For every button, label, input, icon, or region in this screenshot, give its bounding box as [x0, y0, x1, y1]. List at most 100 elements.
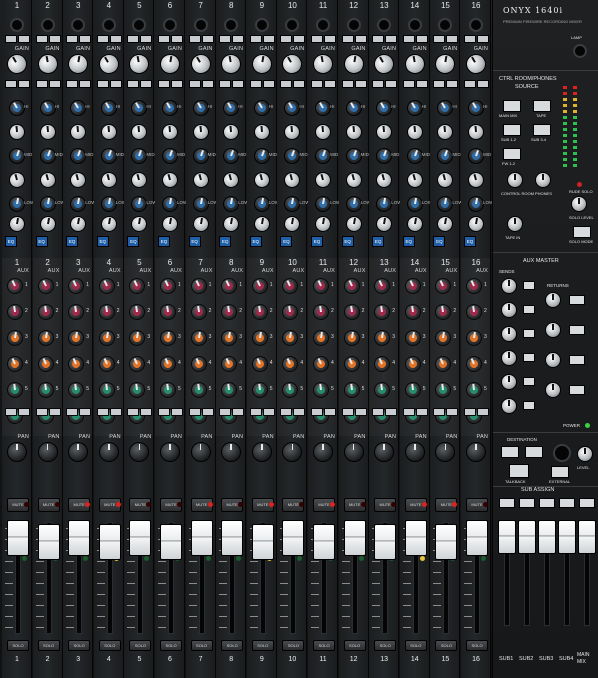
eq-button[interactable]: EQ: [464, 236, 476, 247]
aux-send-knob-1[interactable]: [4, 275, 26, 297]
pre-button[interactable]: [96, 408, 109, 416]
external-button[interactable]: [551, 466, 569, 478]
aux-solo-button[interactable]: [523, 401, 535, 410]
pre-button[interactable]: [415, 408, 428, 416]
aux-send-knob-3[interactable]: [189, 328, 208, 348]
channel-fader[interactable]: [343, 520, 366, 556]
eq-knob[interactable]: [130, 123, 149, 141]
aux-send-knob-1[interactable]: [218, 275, 240, 297]
aux-send-knob-1[interactable]: [96, 275, 118, 297]
hpf-button[interactable]: [249, 80, 262, 88]
eq-knob[interactable]: [404, 170, 425, 190]
phase-button[interactable]: [35, 35, 48, 43]
channel-fader[interactable]: [282, 520, 305, 556]
aux-send-master-knob[interactable]: [501, 350, 517, 366]
pre-button[interactable]: [140, 408, 153, 416]
channel-fader[interactable]: [37, 524, 60, 560]
low-cut-knob[interactable]: [374, 214, 394, 234]
eq-knob[interactable]: [374, 170, 394, 190]
aux-send-knob-2[interactable]: [36, 302, 55, 322]
aux-send-knob-1[interactable]: [463, 275, 485, 297]
phase-button[interactable]: [219, 35, 232, 43]
hpf-button[interactable]: [127, 80, 140, 88]
pre-button[interactable]: [171, 408, 183, 416]
channel-fader[interactable]: [466, 520, 488, 556]
eq-button[interactable]: EQ: [280, 236, 293, 247]
aux-send-knob-3[interactable]: [434, 328, 453, 348]
phones-knob[interactable]: [535, 172, 551, 188]
aux-send-knob-2[interactable]: [342, 302, 361, 322]
channel-fader[interactable]: [374, 524, 397, 560]
pan-knob[interactable]: [251, 442, 272, 462]
insert-button[interactable]: [477, 80, 489, 88]
eq-button[interactable]: EQ: [127, 236, 140, 247]
aux-send-knob-5[interactable]: [6, 381, 24, 399]
aux-send-knob-5[interactable]: [281, 381, 300, 399]
phantom-button[interactable]: [293, 35, 306, 43]
phantom-button[interactable]: [232, 35, 245, 43]
aux-send-knob-1[interactable]: [371, 275, 393, 297]
sub-assign-button[interactable]: [539, 498, 555, 508]
aux-send-knob-5[interactable]: [220, 381, 239, 399]
phase-button[interactable]: [402, 35, 415, 43]
eq-knob[interactable]: [466, 170, 486, 190]
pan-knob[interactable]: [374, 442, 395, 462]
aux-send-knob-3[interactable]: [5, 328, 25, 348]
phantom-button[interactable]: [201, 35, 214, 43]
eq-knob[interactable]: [282, 170, 303, 190]
aux-send-knob-2[interactable]: [67, 302, 86, 322]
sub-fader[interactable]: [498, 520, 516, 554]
low-cut-knob[interactable]: [252, 214, 272, 234]
pan-knob[interactable]: [404, 442, 425, 462]
insert-button[interactable]: [171, 80, 183, 88]
pan-knob[interactable]: [190, 442, 211, 462]
channel-fader[interactable]: [435, 524, 458, 560]
eq-knob[interactable]: [191, 123, 210, 141]
return-assign-button[interactable]: [569, 295, 585, 305]
eq-button[interactable]: EQ: [311, 236, 323, 247]
aux-send-knob-3[interactable]: [464, 328, 484, 348]
eq-knob[interactable]: [8, 123, 26, 141]
sub-assign-button[interactable]: [559, 498, 575, 508]
eq-knob[interactable]: [161, 123, 179, 141]
pan-knob[interactable]: [313, 442, 333, 462]
aux-send-knob-5[interactable]: [403, 381, 422, 399]
phase-button[interactable]: [127, 35, 140, 43]
pre-button[interactable]: [324, 408, 336, 416]
phantom-button[interactable]: [354, 35, 367, 43]
pre-button[interactable]: [372, 408, 385, 416]
insert-button[interactable]: [324, 80, 336, 88]
solo-button[interactable]: SOLO: [160, 640, 182, 651]
aux-send-master-knob[interactable]: [501, 302, 517, 318]
pan-knob[interactable]: [221, 442, 242, 462]
eq-knob[interactable]: [160, 170, 180, 190]
eq-button[interactable]: EQ: [66, 236, 79, 247]
gain-knob[interactable]: [311, 52, 335, 76]
solo-mode-button[interactable]: [573, 226, 591, 238]
tape-source-button[interactable]: [533, 100, 551, 112]
low-cut-knob[interactable]: [68, 214, 88, 234]
aux-send-knob-2[interactable]: [250, 302, 269, 322]
phantom-button[interactable]: [262, 35, 275, 43]
eq-knob[interactable]: [190, 170, 211, 190]
pre-button[interactable]: [5, 408, 17, 416]
phantom-button[interactable]: [171, 35, 183, 43]
aux-send-knob-4[interactable]: [96, 353, 118, 375]
solo-button[interactable]: SOLO: [435, 640, 458, 651]
fw12-source-button[interactable]: [503, 148, 521, 160]
aux-solo-button[interactable]: [523, 329, 535, 338]
eq-button[interactable]: EQ: [5, 236, 17, 247]
solo-button[interactable]: SOLO: [374, 640, 397, 651]
phase-button[interactable]: [280, 35, 293, 43]
pre-button[interactable]: [280, 408, 293, 416]
pre-button[interactable]: [219, 408, 232, 416]
aux-send-knob-3[interactable]: [311, 328, 331, 348]
hpf-button[interactable]: [96, 80, 109, 88]
insert-button[interactable]: [48, 80, 61, 88]
aux-send-knob-1[interactable]: [157, 275, 179, 297]
hpf-button[interactable]: [219, 80, 232, 88]
phantom-button[interactable]: [48, 35, 61, 43]
low-cut-knob[interactable]: [344, 214, 363, 234]
solo-button[interactable]: SOLO: [251, 640, 274, 651]
aux-send-knob-1[interactable]: [310, 275, 332, 297]
